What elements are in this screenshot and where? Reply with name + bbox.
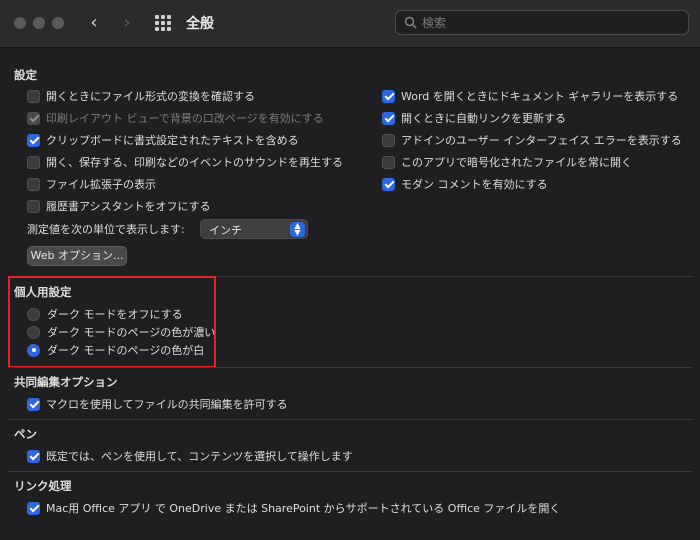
checkbox[interactable] bbox=[27, 199, 40, 213]
option-include-formatted-text[interactable]: クリップボードに書式設定されたテキストを含める bbox=[27, 131, 299, 149]
checkbox[interactable] bbox=[27, 177, 40, 191]
units-select-value: インチ bbox=[209, 224, 242, 237]
forward-button[interactable]: › bbox=[116, 11, 138, 35]
units-select[interactable]: インチ ▲ ▼ bbox=[200, 219, 308, 239]
show-all-grid-icon[interactable] bbox=[155, 15, 171, 31]
option-label: アドインのユーザー インターフェイス エラーを表示する bbox=[401, 134, 682, 147]
option-label: クリップボードに書式設定されたテキストを含める bbox=[46, 134, 299, 147]
option-show-addin-ui-errors[interactable]: アドインのユーザー インターフェイス エラーを表示する bbox=[382, 131, 682, 149]
window-title: 全般 bbox=[186, 16, 214, 32]
option-update-auto-links[interactable]: 開くときに自動リンクを更新する bbox=[382, 109, 566, 127]
checkbox[interactable] bbox=[27, 133, 40, 147]
search-icon bbox=[404, 16, 417, 29]
checkbox[interactable] bbox=[382, 155, 395, 169]
option-label: Mac用 Office アプリ で OneDrive または SharePoin… bbox=[46, 502, 561, 515]
web-options-button[interactable]: Web オプション... bbox=[27, 246, 127, 266]
option-label: 開くときに自動リンクを更新する bbox=[401, 112, 566, 125]
option-show-file-extensions[interactable]: ファイル拡張子の表示 bbox=[27, 175, 156, 193]
option-show-document-gallery[interactable]: Word を開くときにドキュメント ギャラリーを表示する bbox=[382, 87, 678, 105]
back-button[interactable]: ‹ bbox=[83, 11, 105, 35]
option-label: 印刷レイアウト ビューで背景の口改ページを有効にする bbox=[46, 112, 324, 125]
option-event-sounds[interactable]: 開く、保存する、印刷などのイベントのサウンドを再生する bbox=[27, 153, 343, 171]
option-label: ファイル拡張子の表示 bbox=[46, 178, 156, 191]
option-open-office-files[interactable]: Mac用 Office アプリ で OneDrive または SharePoin… bbox=[27, 499, 560, 517]
option-label: モダン コメントを有効にする bbox=[401, 178, 548, 191]
option-modern-comments[interactable]: モダン コメントを有効にする bbox=[382, 175, 548, 193]
option-label: 履歴書アシスタントをオフにする bbox=[46, 200, 211, 213]
checkbox[interactable] bbox=[382, 133, 395, 147]
option-label: このアプリで暗号化されたファイルを常に開く bbox=[401, 156, 632, 169]
option-macro-coauthoring[interactable]: マクロを使用してファイルの共同編集を許可する bbox=[27, 395, 288, 413]
settings-heading: 設定 bbox=[14, 68, 37, 82]
title-bar: ‹ › 全般 bbox=[0, 0, 700, 48]
checkbox[interactable] bbox=[27, 501, 40, 515]
close-window-button[interactable] bbox=[14, 17, 26, 29]
search-field[interactable] bbox=[395, 10, 689, 35]
checkbox[interactable] bbox=[27, 89, 40, 103]
checkbox[interactable] bbox=[27, 155, 40, 169]
option-label: 開くときにファイル形式の変換を確認する bbox=[46, 90, 255, 103]
divider bbox=[8, 471, 692, 472]
divider bbox=[8, 367, 692, 368]
checkbox[interactable] bbox=[382, 111, 395, 125]
option-label: 既定では、ペンを使用して、コンテンツを選択して操作します bbox=[46, 450, 353, 463]
pen-heading: ペン bbox=[14, 427, 37, 441]
option-label: Word を開くときにドキュメント ギャラリーを表示する bbox=[401, 90, 679, 103]
checkbox[interactable] bbox=[27, 449, 40, 463]
option-resume-assistant-off[interactable]: 履歴書アシスタントをオフにする bbox=[27, 197, 211, 215]
option-always-open-encrypted[interactable]: このアプリで暗号化されたファイルを常に開く bbox=[382, 153, 632, 171]
checkbox[interactable] bbox=[382, 89, 395, 103]
option-label: 開く、保存する、印刷などのイベントのサウンドを再生する bbox=[46, 156, 343, 169]
option-background-page-breaks: 印刷レイアウト ビューで背景の口改ページを有効にする bbox=[27, 109, 324, 127]
option-pen-select-content[interactable]: 既定では、ペンを使用して、コンテンツを選択して操作します bbox=[27, 447, 353, 465]
zoom-window-button[interactable] bbox=[52, 17, 64, 29]
up-down-arrows-icon: ▲ ▼ bbox=[290, 222, 305, 237]
coauthoring-heading: 共同編集オプション bbox=[14, 375, 118, 389]
option-confirm-format-conversion[interactable]: 開くときにファイル形式の変換を確認する bbox=[27, 87, 255, 105]
checkbox[interactable] bbox=[27, 397, 40, 411]
divider bbox=[8, 419, 692, 420]
search-input[interactable] bbox=[422, 14, 682, 32]
highlight-annotation-box bbox=[8, 276, 216, 368]
link-handling-heading: リンク処理 bbox=[14, 479, 72, 493]
minimize-window-button[interactable] bbox=[33, 17, 45, 29]
checkbox bbox=[27, 111, 40, 125]
units-label: 測定値を次の単位で表示します: bbox=[27, 223, 185, 236]
checkbox[interactable] bbox=[382, 177, 395, 191]
option-label: マクロを使用してファイルの共同編集を許可する bbox=[46, 398, 288, 411]
